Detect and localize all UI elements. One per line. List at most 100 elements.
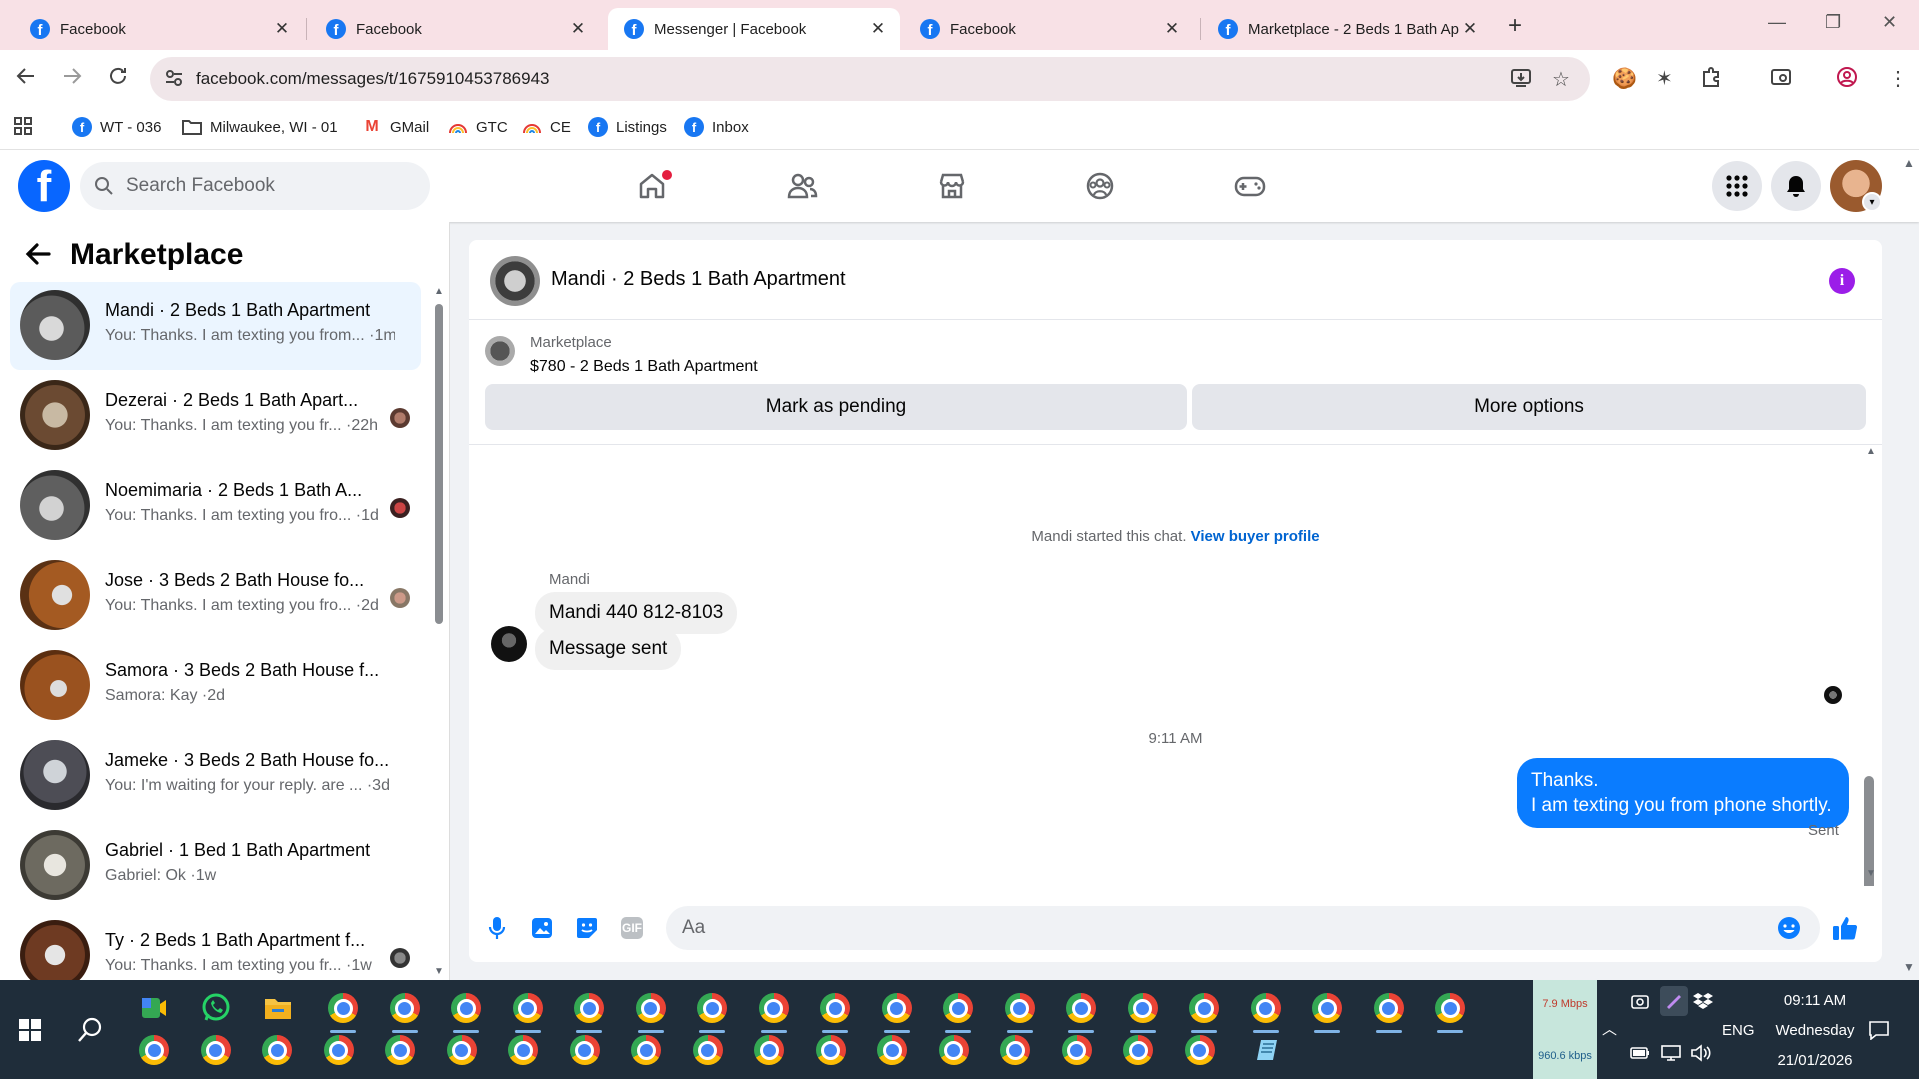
chrome-taskbar-icon[interactable]	[1061, 988, 1101, 1028]
site-settings-icon[interactable]	[164, 68, 184, 93]
close-tab-icon[interactable]: ✕	[568, 19, 588, 39]
photo-icon[interactable]	[526, 912, 558, 944]
search-input[interactable]	[124, 162, 414, 210]
conversation-item[interactable]: Noemimaria · 2 Beds 1 Bath A... You: Tha…	[10, 462, 421, 550]
chat-avatar[interactable]	[490, 256, 540, 306]
facebook-logo-icon[interactable]: f	[18, 160, 70, 212]
address-bar[interactable]: facebook.com/messages/t/1675910453786943…	[150, 57, 1590, 101]
url-text[interactable]: facebook.com/messages/t/1675910453786943	[196, 69, 549, 89]
close-tab-icon[interactable]: ✕	[1460, 19, 1480, 39]
conversation-item[interactable]: Samora · 3 Beds 2 Bath House f... Samora…	[10, 642, 421, 730]
view-buyer-profile-link[interactable]: View buyer profile	[1191, 528, 1320, 545]
nav-marketplace[interactable]	[922, 164, 982, 208]
minimize-icon[interactable]: —	[1768, 12, 1786, 33]
chrome-taskbar-icon[interactable]	[995, 1030, 1035, 1070]
back-arrow-icon[interactable]	[24, 240, 52, 276]
chrome-taskbar-icon[interactable]	[631, 988, 671, 1028]
scroll-up-arrow-icon[interactable]: ▲	[1866, 446, 1876, 457]
forward-arrow-icon[interactable]	[60, 64, 84, 94]
listing-title[interactable]: $780 - 2 Beds 1 Bath Apartment	[530, 358, 758, 376]
chrome-taskbar-icon[interactable]	[877, 988, 917, 1028]
chrome-taskbar-icon[interactable]	[503, 1030, 543, 1070]
network-icon[interactable]	[1660, 1044, 1682, 1066]
bookmark-inbox[interactable]: f Inbox	[684, 117, 749, 137]
chrome-taskbar-icon[interactable]	[1369, 988, 1409, 1028]
more-options-button[interactable]: More options	[1192, 384, 1866, 430]
chrome-taskbar-icon[interactable]	[1118, 1030, 1158, 1070]
chrome-taskbar-icon[interactable]	[1123, 988, 1163, 1028]
browser-tab-4[interactable]: f Facebook ✕	[904, 8, 1194, 50]
battery-icon[interactable]	[1630, 1046, 1650, 1064]
screen-capture-icon[interactable]	[1630, 992, 1650, 1016]
scroll-up-arrow-icon[interactable]: ▲	[434, 286, 444, 297]
browser-tab-active[interactable]: f Messenger | Facebook ✕	[608, 8, 900, 50]
bookmark-gmail[interactable]: M GMail	[362, 117, 429, 137]
incoming-message[interactable]: Message sent	[535, 628, 682, 670]
chat-title[interactable]: Mandi · 2 Beds 1 Bath Apartment	[551, 268, 846, 291]
chrome-taskbar-icon[interactable]	[872, 1030, 912, 1070]
notification-center-icon[interactable]	[1868, 1020, 1890, 1044]
conversation-item[interactable]: Dezerai · 2 Beds 1 Bath Apart... You: Th…	[10, 372, 421, 460]
sticker-icon[interactable]	[571, 912, 603, 944]
install-icon[interactable]	[1510, 67, 1532, 95]
close-tab-icon[interactable]: ✕	[1162, 19, 1182, 39]
language-indicator[interactable]: ENG	[1722, 1022, 1755, 1039]
puzzle-extensions-icon[interactable]	[1700, 66, 1722, 94]
notepad-icon[interactable]	[1249, 1030, 1289, 1070]
network-speed-widget[interactable]: 7.9 Mbps 960.6 kbps	[1533, 980, 1597, 1079]
restore-icon[interactable]: ❐	[1825, 12, 1841, 33]
conversation-item[interactable]: Ty · 2 Beds 1 Bath Apartment f... You: T…	[10, 912, 421, 980]
chrome-taskbar-icon[interactable]	[569, 988, 609, 1028]
sender-avatar[interactable]	[491, 626, 527, 662]
chrome-taskbar-icon[interactable]	[380, 1030, 420, 1070]
chrome-taskbar-icon[interactable]	[692, 988, 732, 1028]
search-icon[interactable]	[70, 1010, 110, 1050]
outgoing-message[interactable]: Thanks. I am texting you from phone shor…	[1517, 758, 1849, 828]
scroll-down-arrow-icon[interactable]: ▼	[1866, 868, 1876, 879]
scroll-down-arrow-icon[interactable]: ▼	[434, 966, 444, 977]
extension-icon[interactable]: ✶	[1656, 66, 1673, 91]
chrome-taskbar-icon[interactable]	[442, 1030, 482, 1070]
chrome-taskbar-icon[interactable]	[508, 988, 548, 1028]
clock-time[interactable]: 09:11 AM	[1760, 992, 1870, 1009]
chrome-taskbar-icon[interactable]	[323, 988, 363, 1028]
chrome-taskbar-icon[interactable]	[1307, 988, 1347, 1028]
chrome-taskbar-icon[interactable]	[319, 1030, 359, 1070]
chrome-taskbar-icon[interactable]	[1184, 988, 1224, 1028]
reload-icon[interactable]	[106, 64, 130, 94]
pen-icon[interactable]	[1660, 986, 1688, 1016]
chrome-taskbar-icon[interactable]	[811, 1030, 851, 1070]
chrome-taskbar-icon[interactable]	[626, 1030, 666, 1070]
facebook-search[interactable]	[80, 162, 430, 210]
chrome-taskbar-icon[interactable]	[385, 988, 425, 1028]
dropbox-icon[interactable]	[1693, 992, 1713, 1014]
kebab-menu-icon[interactable]: ⋮	[1888, 66, 1908, 91]
chrome-taskbar-icon[interactable]	[938, 988, 978, 1028]
menu-grid-button[interactable]	[1712, 161, 1762, 211]
meet-app-icon[interactable]	[134, 988, 174, 1028]
chrome-taskbar-icon[interactable]	[688, 1030, 728, 1070]
bookmark-star-icon[interactable]: ☆	[1552, 67, 1570, 92]
conversation-item[interactable]: Mandi · 2 Beds 1 Bath Apartment You: Tha…	[10, 282, 421, 370]
nav-groups[interactable]	[1070, 164, 1130, 208]
page-scroll-down-icon[interactable]: ▼	[1903, 960, 1915, 974]
sidebar-scrollbar[interactable]	[435, 304, 443, 624]
tab-search-icon[interactable]	[1770, 66, 1792, 94]
conversation-item[interactable]: Jose · 3 Beds 2 Bath House fo... You: Th…	[10, 552, 421, 640]
conversation-item[interactable]: Jameke · 3 Beds 2 Bath House fo... You: …	[10, 732, 421, 820]
chrome-taskbar-icon[interactable]	[1180, 1030, 1220, 1070]
chevron-up-icon[interactable]: ︿	[1602, 1018, 1617, 1039]
chrome-taskbar-icon[interactable]	[1430, 988, 1470, 1028]
clock-day[interactable]: Wednesday	[1760, 1022, 1870, 1039]
thumbs-up-icon[interactable]	[1829, 912, 1861, 944]
volume-icon[interactable]	[1690, 1044, 1712, 1066]
bookmark-listings[interactable]: f Listings	[588, 117, 667, 137]
whatsapp-icon[interactable]	[196, 988, 236, 1028]
nav-friends[interactable]	[772, 164, 832, 208]
info-icon[interactable]: i	[1829, 268, 1855, 294]
chrome-taskbar-icon[interactable]	[134, 1030, 174, 1070]
page-scroll-up-icon[interactable]: ▲	[1903, 156, 1915, 170]
browser-tab-2[interactable]: f Facebook ✕	[310, 8, 600, 50]
message-input[interactable]	[666, 906, 1820, 950]
close-tab-icon[interactable]: ✕	[272, 19, 292, 39]
